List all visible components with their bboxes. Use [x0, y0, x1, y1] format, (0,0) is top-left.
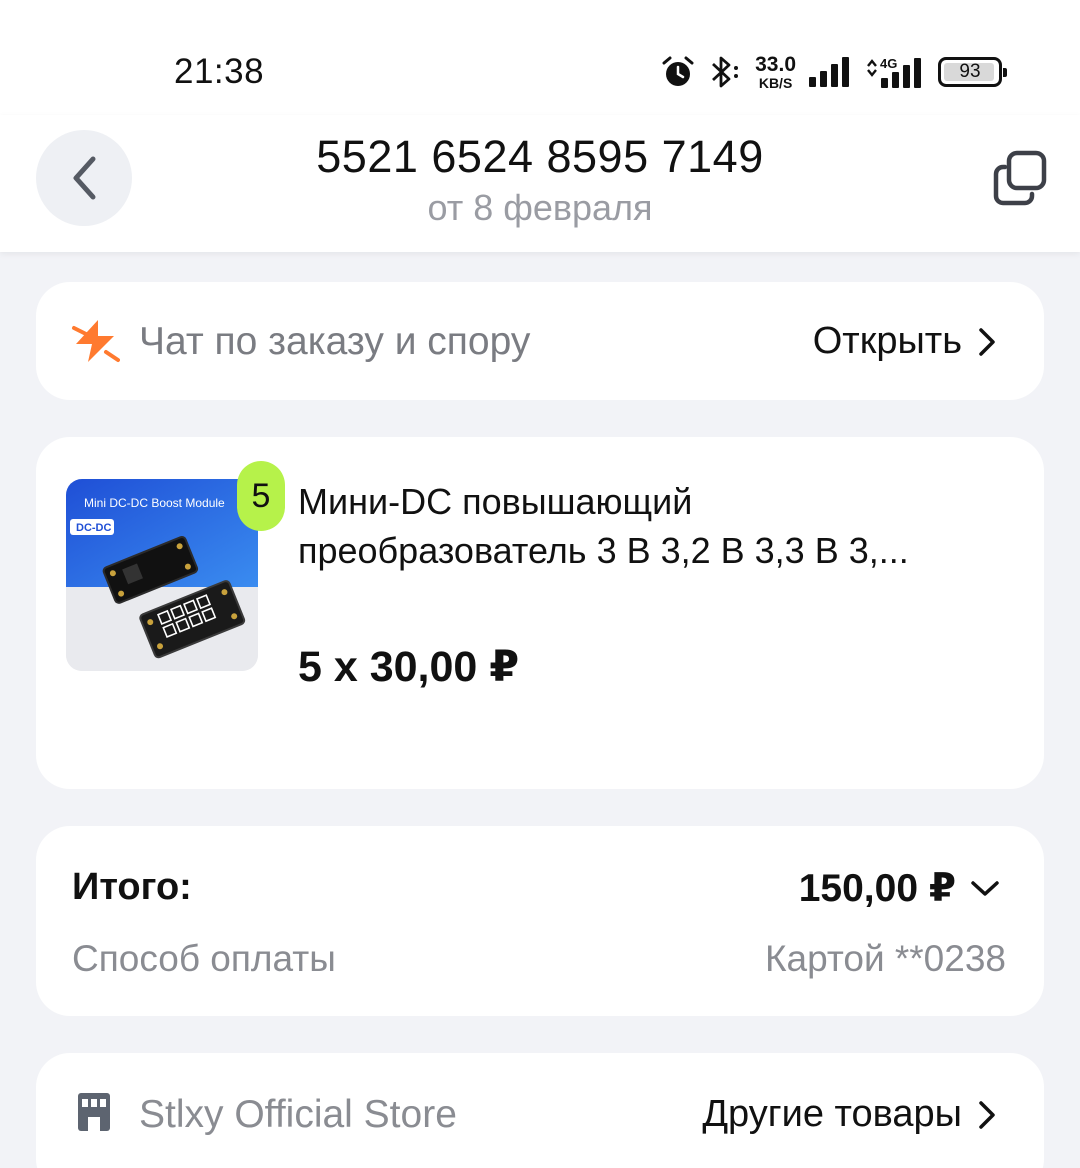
status-time: 21:38 [174, 52, 265, 91]
total-label: Итого: [72, 866, 192, 908]
store-name: Stlxy Official Store [139, 1093, 457, 1136]
bluetooth-icon [712, 56, 739, 88]
total-value-toggle[interactable]: 150,00 ₽ [799, 866, 1000, 911]
store-icon [78, 1093, 110, 1131]
other-products-button[interactable]: Другие товары [702, 1093, 996, 1136]
chevron-down-icon [971, 880, 999, 896]
network-type-label: 4G [880, 56, 897, 71]
other-products-label: Другие товары [702, 1093, 962, 1135]
status-bar: 21:38 33.0 KB/S 4G 93 [0, 0, 1080, 115]
copy-icon [993, 150, 1047, 206]
payment-method-value: Картой **0238 [764, 938, 1006, 979]
product-price: 5 x 30,00 ₽ [298, 643, 520, 691]
signal-4g-icon: 4G [867, 56, 921, 88]
product-image[interactable]: Mini DC-DC Boost Module DC-DC [66, 479, 258, 671]
chevron-right-icon [979, 1100, 995, 1129]
product-image-tag: DC-DC [76, 522, 111, 534]
chevron-right-icon [979, 327, 995, 356]
network-speed-value: 33.0 [755, 53, 796, 76]
product-title-line-2: преобразователь 3 В 3,2 В 3,3 В 3,... [298, 530, 909, 571]
copy-button[interactable] [992, 150, 1048, 206]
order-number: 5521 6524 8595 7149 [316, 131, 764, 182]
quantity-badge: 5 [237, 461, 285, 531]
product-card[interactable]: Mini DC-DC Boost Module DC-DC 5 Мини-DC … [36, 437, 1044, 789]
alarm-icon [662, 56, 694, 86]
network-speed-unit: KB/S [758, 75, 793, 91]
product-title-line-1: Мини-DC повышающий [298, 481, 693, 522]
signal-icon [809, 57, 849, 87]
order-chat-card[interactable]: Чат по заказу и спору Открыть [36, 282, 1044, 400]
product-title[interactable]: Мини-DC повышающий преобразователь 3 В 3… [298, 477, 1013, 575]
chat-label: Чат по заказу и спору [139, 320, 531, 363]
open-chat-button[interactable]: Открыть [813, 320, 996, 363]
order-header: 5521 6524 8595 7149 от 8 февраля [0, 115, 1080, 252]
battery-level: 93 [959, 61, 981, 82]
lightning-icon [72, 320, 120, 362]
product-image-caption: Mini DC-DC Boost Module [84, 496, 225, 510]
status-icons: 33.0 KB/S 4G 93 [661, 50, 1007, 94]
open-chat-label: Открыть [812, 320, 962, 362]
network-speed: 33.0 KB/S [755, 54, 796, 90]
total-value: 150,00 ₽ [798, 867, 956, 910]
store-card[interactable]: Stlxy Official Store Другие товары [36, 1053, 1044, 1168]
payment-method-label: Способ оплаты [72, 938, 336, 979]
order-total-card: Итого: 150,00 ₽ Способ оплаты Картой **0… [36, 826, 1044, 1016]
battery-icon: 93 [938, 57, 1007, 87]
order-date: от 8 февраля [427, 187, 653, 228]
